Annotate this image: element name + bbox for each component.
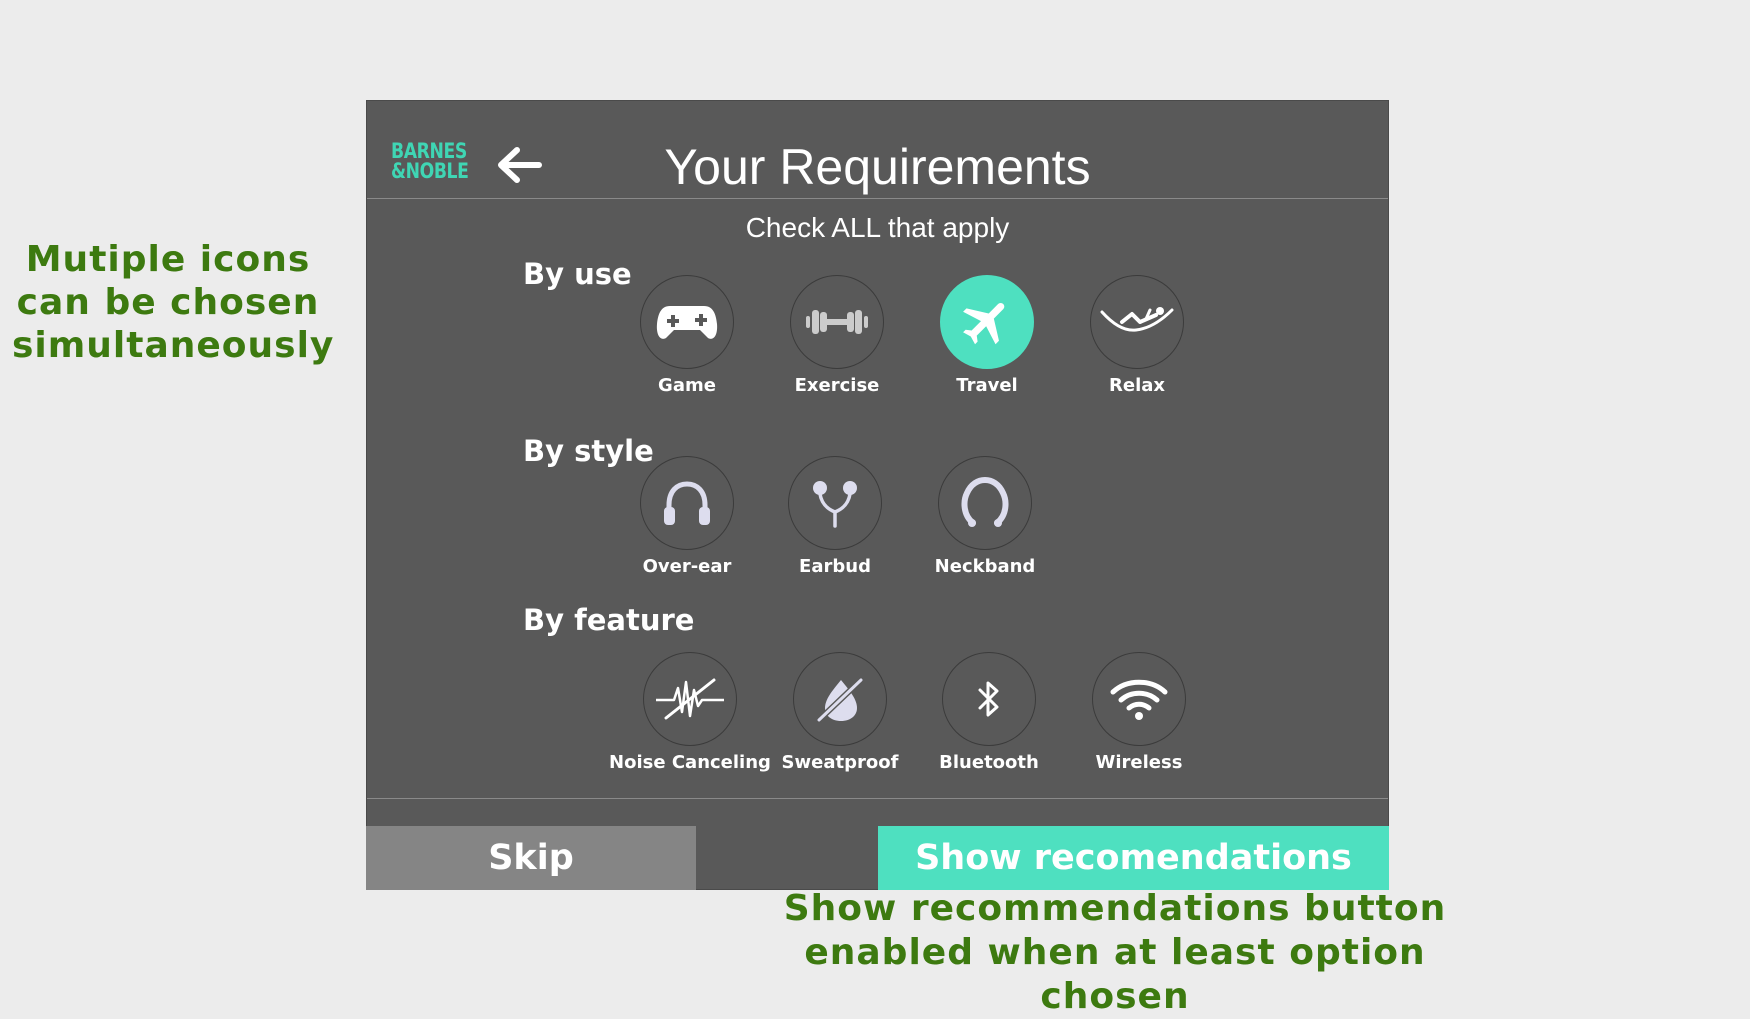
requirements-panel: BARNES &NOBLE Your Requirements Check AL… bbox=[366, 100, 1389, 890]
section-title-feature: By feature bbox=[523, 603, 695, 637]
airplane-icon bbox=[963, 302, 1005, 345]
option-travel-circle bbox=[940, 275, 1034, 369]
footer-divider bbox=[367, 798, 1388, 799]
annotation-show-button: Show recommendations button enabled when… bbox=[783, 888, 1447, 1017]
skip-button[interactable]: Skip bbox=[366, 826, 696, 890]
headphones-icon bbox=[664, 481, 710, 525]
option-neckband-label: Neckband bbox=[934, 556, 1036, 577]
gamepad-icon bbox=[656, 306, 718, 339]
noise-canceling-icon bbox=[656, 678, 724, 720]
dumbbell-icon bbox=[806, 310, 868, 334]
option-wireless-label: Wireless bbox=[1095, 752, 1183, 773]
hammock-icon bbox=[1100, 307, 1174, 332]
option-relax-circle bbox=[1090, 275, 1184, 369]
option-wireless[interactable]: Wireless bbox=[1049, 652, 1229, 774]
instructions-text: Check ALL that apply bbox=[745, 212, 1010, 243]
option-sweatproof-circle bbox=[793, 652, 887, 746]
earbuds-icon bbox=[813, 481, 857, 528]
header-divider bbox=[367, 198, 1388, 199]
option-wireless-circle bbox=[1092, 652, 1186, 746]
show-recommendations-button[interactable]: Show recomendations bbox=[878, 826, 1389, 890]
option-game-circle bbox=[640, 275, 734, 369]
neckband-icon bbox=[961, 476, 1009, 527]
option-earbud-circle bbox=[788, 456, 882, 550]
option-neckband-circle bbox=[938, 456, 1032, 550]
option-noise-canceling-circle bbox=[643, 652, 737, 746]
option-neckband[interactable]: Neckband bbox=[895, 456, 1075, 578]
annotation-multiple-choice: Mutiple icons can be chosen simultaneous… bbox=[12, 239, 335, 366]
page-title: Your Requirements bbox=[664, 139, 1091, 195]
sweatproof-icon bbox=[816, 677, 864, 723]
wifi-icon bbox=[1110, 679, 1168, 720]
option-relax[interactable]: Relax bbox=[1047, 275, 1227, 397]
bluetooth-icon bbox=[978, 681, 999, 717]
option-exercise-circle bbox=[790, 275, 884, 369]
option-over-ear-circle bbox=[640, 456, 734, 550]
option-relax-label: Relax bbox=[1109, 375, 1165, 396]
option-bluetooth-circle bbox=[942, 652, 1036, 746]
